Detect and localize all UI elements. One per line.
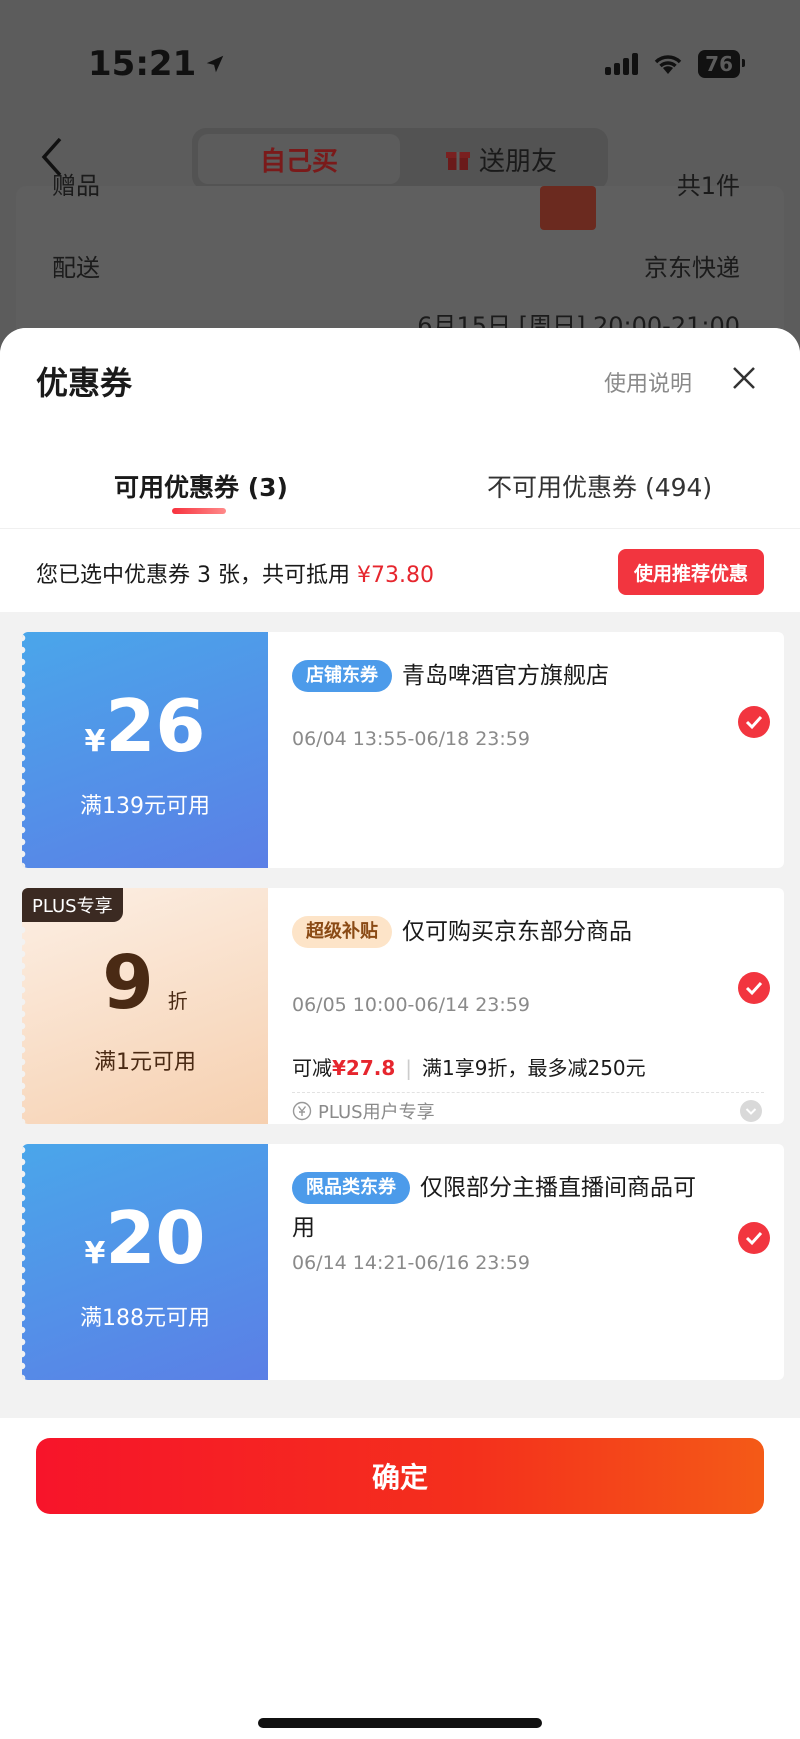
- tab-buy-self-label: 自己买: [259, 146, 338, 177]
- confirm-button[interactable]: 确定: [36, 1438, 764, 1514]
- tab-buy-self[interactable]: 自己买: [198, 134, 400, 184]
- tab-unavailable-coupons[interactable]: 不可用优惠券 (494): [487, 468, 712, 504]
- coupon-info: 限品类东券 仅限部分主播直播间商品可用 06/14 14:21-06/16 23:…: [268, 1144, 784, 1380]
- plus-note: PLUS用户专享: [292, 1098, 435, 1124]
- detail-separator: |: [405, 1056, 413, 1080]
- currency-symbol: ¥: [84, 724, 106, 759]
- coupon-condition: 满139元可用: [80, 794, 210, 819]
- use-recommended-button[interactable]: 使用推荐优惠: [618, 549, 764, 595]
- coupon-type-badge: 店铺东券: [292, 660, 392, 692]
- gift-thumbnail: [540, 186, 596, 230]
- detail-prefix: 可减: [292, 1056, 332, 1080]
- coupon-title-text: 仅可购买京东部分商品: [402, 919, 632, 945]
- coupon-type-badge: 超级补贴: [292, 916, 392, 948]
- detail-rule: 满1享9折，最多减250元: [422, 1056, 646, 1080]
- coupon-title-text: 青岛啤酒官方旗舰店: [402, 663, 609, 689]
- delivery-row-label: 配送: [52, 254, 100, 282]
- summary-amount: ¥73.80: [356, 563, 434, 588]
- sheet-footer: 确定: [0, 1418, 800, 1739]
- coupon-card[interactable]: ¥26 满139元可用 店铺东券 青岛啤酒官方旗舰店 06/04 13:55-06…: [22, 632, 784, 868]
- wifi-icon: [654, 55, 682, 74]
- sheet-title: 优惠券: [36, 364, 133, 402]
- delivery-row-value[interactable]: 京东快递: [644, 248, 740, 283]
- amount-number: 20: [105, 1196, 206, 1280]
- gift-row-label: 赠品: [52, 172, 100, 200]
- selected-check-icon[interactable]: [738, 972, 770, 1004]
- location-arrow-icon: [206, 55, 224, 73]
- coupon-condition: 满188元可用: [80, 1306, 210, 1331]
- coupon-title: 超级补贴 仅可购买京东部分商品: [292, 912, 704, 952]
- coupon-condition: 满1元可用: [94, 1050, 196, 1075]
- amount-number: 26: [105, 684, 206, 768]
- background-page: 15:21 76 自己买 送朋友 赠品 共1件 配送 京东快递 6月15日 [周…: [0, 0, 800, 386]
- tab-available-coupons[interactable]: 可用优惠券 (3): [114, 468, 288, 504]
- discount-number: 9: [102, 940, 154, 1026]
- active-tab-indicator: [172, 508, 226, 514]
- summary-text: 您已选中优惠券 3 张，共可抵用 ¥73.80: [36, 557, 434, 589]
- coupon-card[interactable]: PLUS专享 9折 满1元可用 超级补贴 仅可购买京东部分商品 06/05 10:…: [22, 888, 784, 1124]
- selection-summary: 您已选中优惠券 3 张，共可抵用 ¥73.80 使用推荐优惠: [0, 528, 800, 612]
- coupon-amount: ¥20: [22, 1196, 268, 1280]
- discount-detail: 可减¥27.8 | 满1享9折，最多减250元: [292, 1052, 646, 1081]
- status-bar: 15:21 76: [0, 0, 800, 120]
- gift-row-value: 共1件: [676, 172, 740, 200]
- home-indicator: [258, 1718, 542, 1728]
- coupon-title: 店铺东券 青岛啤酒官方旗舰店: [292, 656, 704, 696]
- battery-icon: 76: [698, 50, 745, 78]
- yen-circle-icon: [292, 1101, 312, 1121]
- status-icons: 76: [605, 50, 745, 78]
- plus-exclusive-tag: PLUS专享: [22, 888, 123, 922]
- selected-check-icon[interactable]: [738, 1222, 770, 1254]
- currency-symbol: ¥: [84, 1236, 106, 1271]
- coupon-title: 限品类东券 仅限部分主播直播间商品可用: [292, 1168, 704, 1248]
- coupon-card[interactable]: ¥20 满188元可用 限品类东券 仅限部分主播直播间商品可用 06/14 14:…: [22, 1144, 784, 1380]
- coupon-value-panel: ¥26 满139元可用: [22, 632, 268, 868]
- discount-unit: 折: [167, 989, 188, 1013]
- gift-icon: [445, 152, 470, 170]
- coupon-validity: 06/05 10:00-06/14 23:59: [292, 994, 530, 1016]
- coupon-type-badge: 限品类东券: [292, 1172, 410, 1204]
- sheet-header: 优惠券 使用说明 可用优惠券 (3) 不可用优惠券 (494): [0, 328, 800, 528]
- coupon-validity: 06/04 13:55-06/18 23:59: [292, 728, 530, 750]
- tab-send-friend[interactable]: 送朋友: [400, 134, 602, 184]
- status-time: 15:21: [88, 44, 226, 84]
- coupon-discount: 9折: [22, 940, 268, 1026]
- coupon-amount: ¥26: [22, 684, 268, 768]
- expand-chevron-icon[interactable]: [740, 1100, 762, 1122]
- cellular-signal-icon: [605, 53, 639, 75]
- usage-instructions-link[interactable]: 使用说明: [604, 366, 692, 398]
- selected-check-icon[interactable]: [738, 706, 770, 738]
- summary-prefix: 您已选中优惠券 3 张，共可抵用: [36, 563, 357, 588]
- coupon-value-panel: PLUS专享 9折 满1元可用: [22, 888, 268, 1124]
- detail-amount: ¥27.8: [332, 1056, 396, 1080]
- coupon-info: 店铺东券 青岛啤酒官方旗舰店 06/04 13:55-06/18 23:59: [268, 632, 784, 868]
- coupon-validity: 06/14 14:21-06/16 23:59: [292, 1252, 530, 1274]
- plus-note-text: PLUS用户专享: [318, 1102, 435, 1123]
- clock-text: 15:21: [88, 44, 197, 84]
- close-icon[interactable]: [730, 364, 758, 392]
- tab-send-friend-label: 送朋友: [478, 146, 557, 177]
- purchase-mode-switch: 自己买 送朋友: [192, 128, 608, 190]
- divider: [292, 1092, 764, 1093]
- coupon-info: 超级补贴 仅可购买京东部分商品 06/05 10:00-06/14 23:59 可…: [268, 888, 784, 1124]
- coupon-value-panel: ¥20 满188元可用: [22, 1144, 268, 1380]
